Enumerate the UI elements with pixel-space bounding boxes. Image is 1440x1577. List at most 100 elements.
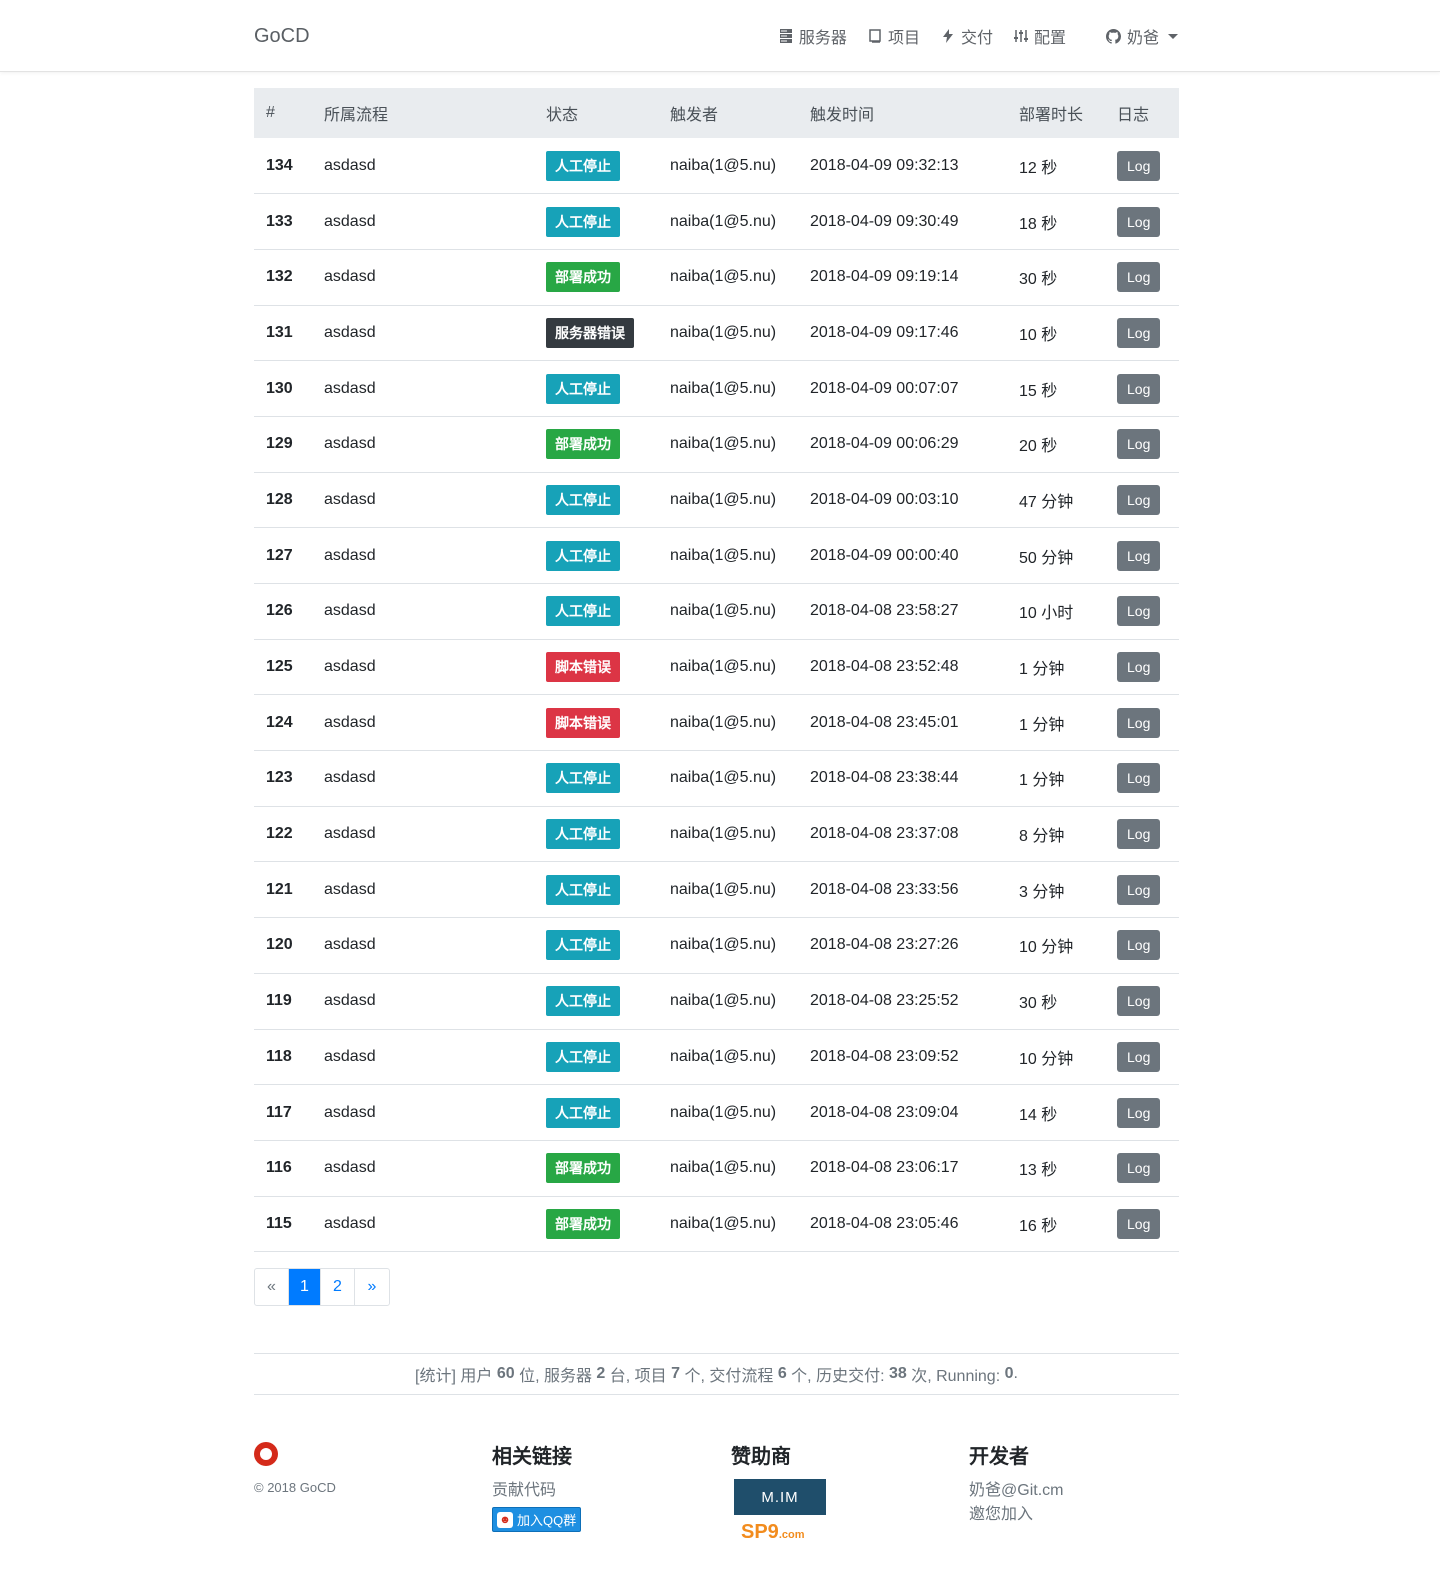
- log-button[interactable]: Log: [1117, 1208, 1161, 1239]
- log-button[interactable]: Log: [1117, 1041, 1161, 1072]
- sponsor-mim-logo[interactable]: M.IM: [734, 1479, 826, 1515]
- log-button[interactable]: Log: [1117, 707, 1161, 738]
- nav-menu: 服务器 项目 交付 配置 奶爸: [758, 24, 1178, 48]
- stats-projects: 7: [671, 1365, 681, 1382]
- row-status-cell: 服务器错误: [534, 305, 658, 361]
- log-button[interactable]: Log: [1117, 930, 1161, 961]
- log-button[interactable]: Log: [1117, 596, 1161, 627]
- row-trigger-time: 2018-04-08 23:05:46: [810, 1214, 959, 1232]
- table-row: 122 asdasd 人工停止 naiba(1@5.nu) 2018-04-08 23:…: [254, 806, 1179, 862]
- nav-item-settings[interactable]: 配置: [1013, 24, 1066, 48]
- nav-item-projects[interactable]: 项目: [867, 24, 920, 48]
- stats-pipelines: 6: [777, 1365, 787, 1382]
- row-id: 116: [266, 1159, 292, 1177]
- log-button[interactable]: Log: [1117, 986, 1161, 1017]
- log-button[interactable]: Log: [1117, 150, 1161, 181]
- table-row: 127 asdasd 人工停止 naiba(1@5.nu) 2018-04-09 00:…: [254, 528, 1179, 584]
- row-trigger-user: naiba(1@5.nu): [670, 658, 777, 676]
- log-button[interactable]: Log: [1117, 819, 1161, 850]
- brand-logo[interactable]: GoCD: [254, 25, 310, 48]
- log-button[interactable]: Log: [1117, 317, 1161, 348]
- row-status-cell: 人工停止: [534, 862, 658, 918]
- row-trigger-user: naiba(1@5.nu): [670, 1047, 777, 1065]
- header-trigger-time: 触发时间: [810, 107, 875, 124]
- status-badge: 人工停止: [546, 1097, 620, 1128]
- row-trigger-user: naiba(1@5.nu): [670, 490, 777, 508]
- status-badge: 人工停止: [546, 540, 620, 571]
- developer-link[interactable]: 奶爸@Git.cm: [969, 1479, 1063, 1503]
- row-log-cell: Log: [1105, 528, 1179, 584]
- log-button[interactable]: Log: [1117, 484, 1161, 515]
- row-status-cell: 脚本错误: [534, 695, 658, 751]
- row-flow: asdasd: [324, 1159, 376, 1177]
- status-badge: 部署成功: [546, 429, 620, 460]
- pagination-next[interactable]: »: [355, 1269, 389, 1305]
- status-badge: 部署成功: [546, 1208, 620, 1239]
- log-button[interactable]: Log: [1117, 373, 1161, 404]
- row-trigger-user: naiba(1@5.nu): [670, 825, 777, 843]
- row-log-cell: Log: [1105, 305, 1179, 361]
- header-flow: 所属流程: [324, 107, 389, 124]
- log-button[interactable]: Log: [1117, 206, 1161, 237]
- stats-pipelines-unit: 个, 历史交付:: [786, 1368, 889, 1385]
- row-log-cell: Log: [1105, 695, 1179, 751]
- log-button[interactable]: Log: [1117, 763, 1161, 794]
- row-duration: 14 秒: [1019, 1106, 1058, 1124]
- pagination-prev[interactable]: «: [255, 1269, 289, 1305]
- row-flow: asdasd: [324, 323, 376, 341]
- row-id: 119: [266, 992, 292, 1010]
- footer-brand-col: © 2018 GoCD: [254, 1440, 336, 1495]
- row-status-cell: 人工停止: [534, 918, 658, 974]
- row-log-cell: Log: [1105, 639, 1179, 695]
- row-trigger-user: naiba(1@5.nu): [670, 435, 777, 453]
- row-trigger-user: naiba(1@5.nu): [670, 546, 777, 564]
- table-row: 133 asdasd 人工停止 naiba(1@5.nu) 2018-04-09 09:…: [254, 194, 1179, 250]
- log-button[interactable]: Log: [1117, 874, 1161, 905]
- row-id: 126: [266, 602, 293, 620]
- row-status-cell: 部署成功: [534, 1140, 658, 1196]
- log-button[interactable]: Log: [1117, 1097, 1161, 1128]
- table-row: 128 asdasd 人工停止 naiba(1@5.nu) 2018-04-09 00:…: [254, 472, 1179, 528]
- row-log-cell: Log: [1105, 472, 1179, 528]
- log-button[interactable]: Log: [1117, 1153, 1161, 1184]
- table-row: 115 asdasd 部署成功 naiba(1@5.nu) 2018-04-08 23:…: [254, 1196, 1179, 1252]
- row-trigger-user: naiba(1@5.nu): [670, 268, 777, 286]
- row-status-cell: 部署成功: [534, 1196, 658, 1252]
- user-menu-dropdown[interactable]: 奶爸: [1106, 24, 1178, 48]
- contribute-link[interactable]: 贡献代码: [492, 1479, 581, 1503]
- row-id: 129: [266, 435, 293, 453]
- nav-item-label: 配置: [1033, 30, 1066, 47]
- row-trigger-user: naiba(1@5.nu): [670, 1103, 777, 1121]
- sponsor-sp9-logo[interactable]: SP9.com: [741, 1521, 826, 1544]
- log-button[interactable]: Log: [1117, 540, 1161, 571]
- row-flow: asdasd: [324, 1214, 376, 1232]
- row-id: 133: [266, 212, 293, 230]
- copyright: © 2018 GoCD: [254, 1480, 336, 1495]
- row-duration: 50 分钟: [1019, 549, 1074, 567]
- nav-item-label: 项目: [887, 30, 920, 47]
- log-button[interactable]: Log: [1117, 652, 1161, 683]
- log-button[interactable]: Log: [1117, 429, 1161, 460]
- log-button[interactable]: Log: [1117, 262, 1161, 293]
- row-flow: asdasd: [324, 490, 376, 508]
- row-trigger-user: naiba(1@5.nu): [670, 1159, 777, 1177]
- row-status-cell: 人工停止: [534, 194, 658, 250]
- nav-item-servers[interactable]: 服务器: [778, 24, 847, 48]
- table-row: 121 asdasd 人工停止 naiba(1@5.nu) 2018-04-08 23:…: [254, 862, 1179, 918]
- pagination-page-2[interactable]: 2: [321, 1269, 355, 1305]
- row-status-cell: 人工停止: [534, 138, 658, 194]
- footer-sponsors-col: 赞助商 M.IM SP9.com: [731, 1440, 826, 1544]
- row-trigger-time: 2018-04-08 23:45:01: [810, 713, 959, 731]
- nav-item-deliveries[interactable]: 交付: [940, 24, 993, 48]
- row-duration: 30 秒: [1019, 995, 1058, 1013]
- row-log-cell: Log: [1105, 806, 1179, 862]
- join-qq-group-button[interactable]: ☻ 加入QQ群: [492, 1507, 582, 1532]
- row-trigger-time: 2018-04-08 23:09:52: [810, 1047, 959, 1065]
- row-trigger-user: naiba(1@5.nu): [670, 992, 777, 1010]
- row-flow: asdasd: [324, 658, 376, 676]
- invite-link[interactable]: 邀您加入: [969, 1503, 1063, 1527]
- row-id: 120: [266, 936, 293, 954]
- pagination-page-1[interactable]: 1: [289, 1269, 321, 1305]
- row-flow: asdasd: [324, 992, 376, 1010]
- table-row: 124 asdasd 脚本错误 naiba(1@5.nu) 2018-04-08 23:…: [254, 695, 1179, 751]
